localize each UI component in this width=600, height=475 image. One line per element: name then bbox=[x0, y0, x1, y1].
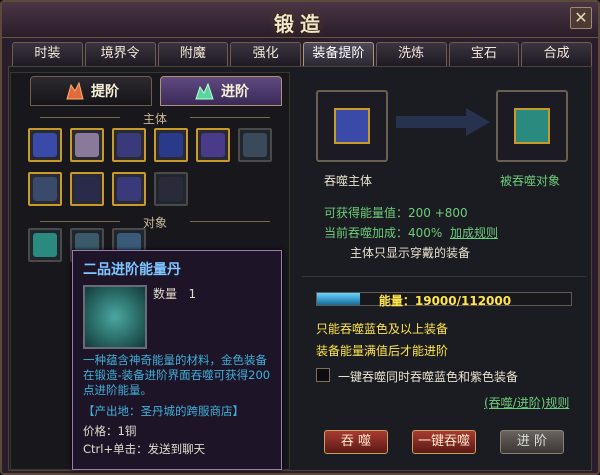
tooltip-price: 价格：1铜 bbox=[83, 424, 137, 438]
devour-target-label: 被吞噬对象 bbox=[500, 174, 561, 188]
equipment-icon bbox=[33, 177, 57, 201]
subtab-advance[interactable]: 进阶 bbox=[160, 76, 282, 106]
energy-gain: 可获得能量值：200 +800 bbox=[324, 204, 468, 221]
item-tooltip: 二品进阶能量丹 数量 1 一种蕴含神奇能量的材料，金色装备在锻造-装备进阶界面吞… bbox=[72, 250, 282, 470]
tooltip-source: 【产出地：圣丹城的跨服商店】 bbox=[83, 404, 244, 418]
only-worn-note: 主体只显示穿戴的装备 bbox=[350, 246, 471, 260]
equipment-icon bbox=[117, 133, 141, 157]
devour-main-box[interactable] bbox=[316, 90, 388, 162]
equip-slot[interactable] bbox=[70, 172, 104, 206]
rule-blue-and-above: 只能吞噬蓝色及以上装备 bbox=[316, 322, 449, 336]
tab-compose[interactable]: 合成 bbox=[521, 42, 592, 66]
energy-gain-label: 可获得能量值： bbox=[324, 206, 409, 220]
quantity-value: 1 bbox=[188, 287, 197, 301]
equip-slot[interactable] bbox=[112, 172, 146, 206]
arrow-right-icon bbox=[396, 108, 490, 136]
energy-pill-icon bbox=[514, 108, 550, 144]
rule-full-energy: 装备能量满值后才能进阶 bbox=[316, 344, 449, 358]
equipment-icon bbox=[334, 108, 370, 144]
tooltip-quantity: 数量 1 bbox=[153, 285, 196, 302]
equip-slot[interactable] bbox=[238, 128, 272, 162]
devour-advance-rules-link[interactable]: (吞噬/进阶)规则 bbox=[484, 394, 569, 411]
equip-slot[interactable] bbox=[28, 128, 62, 162]
equipment-icon bbox=[159, 133, 183, 157]
devour-all-button[interactable]: 一键吞噬 bbox=[412, 430, 476, 454]
equip-slot[interactable] bbox=[70, 128, 104, 162]
tab-realm[interactable]: 境界令 bbox=[84, 42, 156, 66]
equipment-icon bbox=[33, 133, 57, 157]
equip-slot[interactable] bbox=[112, 128, 146, 162]
devour-main-label: 吞噬主体 bbox=[324, 174, 373, 188]
bonus-rules-link[interactable]: 加成规则 bbox=[450, 226, 498, 240]
tab-enchant[interactable]: 附魔 bbox=[157, 42, 229, 66]
subtab-advance-label: 进阶 bbox=[221, 84, 249, 100]
equip-slot[interactable] bbox=[28, 172, 62, 206]
equipment-icon bbox=[117, 177, 141, 201]
equip-slot[interactable] bbox=[154, 172, 188, 206]
green-crystal-icon bbox=[193, 81, 215, 101]
bonus-label: 当前吞噬加成： bbox=[324, 226, 409, 240]
tooltip-description: 一种蕴含神奇能量的材料，金色装备在锻造-装备进阶界面吞噬可获得200点进阶能量。 bbox=[83, 353, 271, 397]
divider bbox=[302, 276, 586, 277]
energy-pill-icon bbox=[33, 233, 57, 257]
equipment-icon bbox=[75, 177, 99, 201]
equipment-icon bbox=[159, 177, 183, 201]
equipment-icon bbox=[75, 133, 99, 157]
energy-pill-icon bbox=[83, 285, 147, 349]
equipment-icon bbox=[243, 133, 267, 157]
subtab-tier-up[interactable]: 提阶 bbox=[30, 76, 152, 106]
tab-equip-upgrade[interactable]: 装备提阶 bbox=[303, 42, 374, 66]
bonus-value: 400% bbox=[408, 226, 443, 240]
tab-gem[interactable]: 宝石 bbox=[448, 42, 520, 66]
energy-gain-value: 200 +800 bbox=[408, 206, 468, 220]
window-title: 锻造 bbox=[274, 12, 326, 36]
devour-target-box[interactable] bbox=[496, 90, 568, 162]
auto-devour-checkbox[interactable] bbox=[316, 368, 330, 382]
energy-bar-text: 能量：19000/112000 bbox=[378, 294, 512, 308]
red-crystal-icon bbox=[63, 81, 85, 101]
tab-bar: 时装 境界令 附魔 强化 装备提阶 洗炼 宝石 合成 bbox=[12, 42, 592, 66]
close-button[interactable]: ✕ bbox=[570, 7, 592, 29]
advance-button[interactable]: 进 阶 bbox=[500, 430, 564, 454]
tooltip-item-name: 二品进阶能量丹 bbox=[83, 262, 181, 278]
title-bar: 锻造 ✕ bbox=[2, 2, 598, 38]
tab-fashion[interactable]: 时装 bbox=[12, 42, 83, 66]
section-target-header: 对象 bbox=[30, 214, 280, 230]
tab-refine[interactable]: 洗炼 bbox=[375, 42, 447, 66]
equip-slot[interactable] bbox=[196, 128, 230, 162]
auto-devour-label: 一键吞噬同时吞噬蓝色和紫色装备 bbox=[338, 370, 519, 384]
forge-window: 锻造 ✕ 时装 境界令 附魔 强化 装备提阶 洗炼 宝石 合成 提阶 进阶 主体… bbox=[0, 0, 600, 475]
subtab-tier-up-label: 提阶 bbox=[91, 84, 119, 100]
devour-button[interactable]: 吞 噬 bbox=[324, 430, 388, 454]
equipment-icon bbox=[201, 133, 225, 157]
equip-slot[interactable] bbox=[154, 128, 188, 162]
energy-bar: 能量：19000/112000 bbox=[316, 292, 572, 308]
devour-bonus: 当前吞噬加成：400% 加成规则 bbox=[324, 224, 498, 241]
quantity-label: 数量 bbox=[153, 287, 178, 301]
tooltip-ctrl-hint: Ctrl+单击：发送到聊天 bbox=[83, 442, 206, 456]
tab-strengthen[interactable]: 强化 bbox=[230, 42, 301, 66]
section-main-header: 主体 bbox=[30, 110, 280, 126]
material-slot[interactable] bbox=[28, 228, 62, 262]
